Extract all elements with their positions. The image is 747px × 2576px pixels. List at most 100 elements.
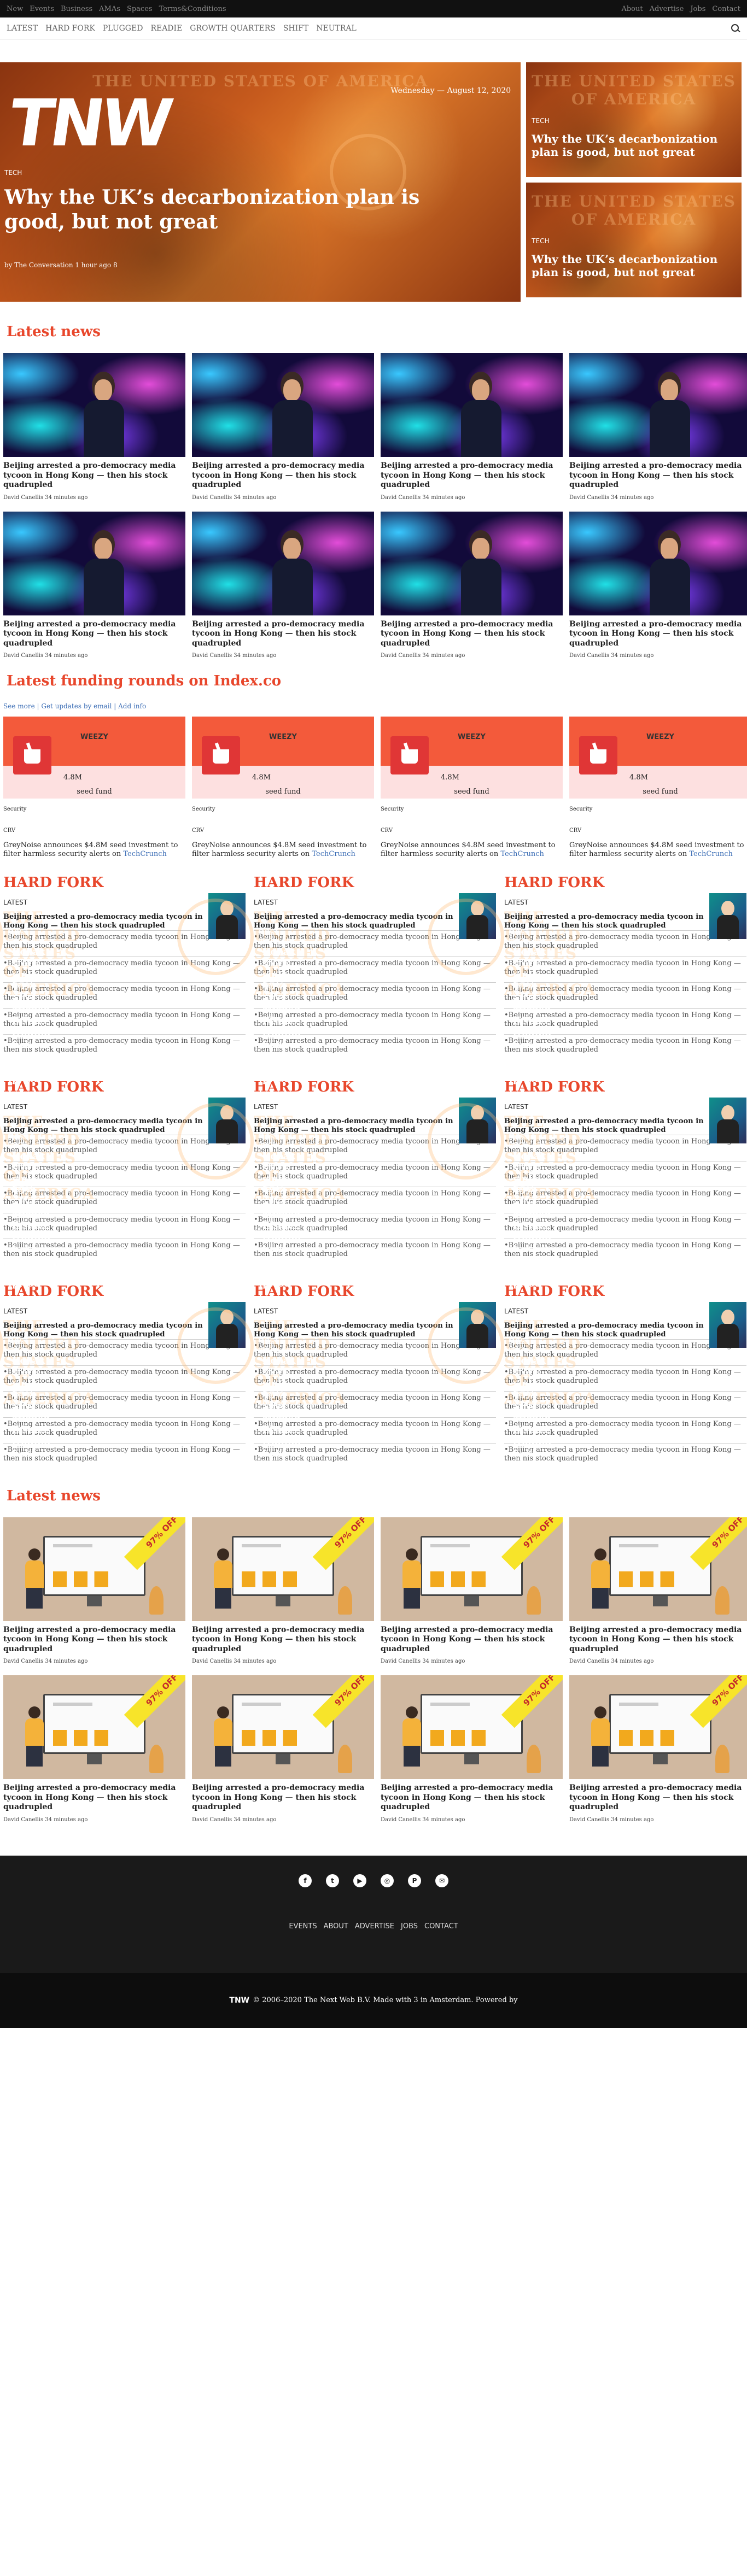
top-link[interactable]: Events <box>30 5 54 13</box>
illustration-stand <box>276 1754 290 1765</box>
hard-fork-heading[interactable]: HARD FORK <box>3 1079 246 1095</box>
top-link[interactable]: New <box>7 5 23 13</box>
news-card[interactable]: 97% OFF Beijing arrested a pro-democracy … <box>569 1675 747 1823</box>
top-link[interactable]: Contact <box>712 5 740 13</box>
nav-item[interactable]: GROWTH QUARTERS <box>190 24 276 33</box>
email-updates-link[interactable]: Get updates by email <box>41 702 112 710</box>
side-story[interactable]: THE UNITED STATES OF AMERICA TECH Why th… <box>526 62 742 177</box>
footer-link[interactable]: ABOUT <box>324 1922 348 1930</box>
figure-legs <box>214 1587 231 1609</box>
company-logo <box>390 736 429 774</box>
article-meta: David Canellis 34 minutes ago <box>192 653 277 659</box>
source-link[interactable]: TechCrunch <box>500 850 544 858</box>
illustration-stand <box>464 1754 479 1765</box>
top-link[interactable]: Jobs <box>690 5 705 13</box>
illustration-figure <box>402 1548 421 1609</box>
pinterest-icon[interactable]: P <box>408 1874 421 1887</box>
funding-card[interactable]: WEEZY 4.8M seed fund Security CRV GreyNoise a… <box>192 717 374 859</box>
top-link[interactable]: Advertise <box>650 5 684 13</box>
source-link[interactable]: TechCrunch <box>689 850 733 858</box>
funding-box: WEEZY 4.8M seed fund <box>192 717 374 799</box>
article-image <box>381 353 563 457</box>
funding-card[interactable]: WEEZY 4.8M seed fund Security CRV GreyNoise a… <box>3 717 185 859</box>
instagram-icon[interactable]: ◎ <box>381 1874 394 1887</box>
side-story[interactable]: THE UNITED STATES OF AMERICA TECH Why th… <box>526 183 742 297</box>
news-card[interactable]: 97% OFF Beijing arrested a pro-democracy … <box>192 1517 374 1664</box>
news-card[interactable]: 97% OFF Beijing arrested a pro-democracy … <box>569 1517 747 1664</box>
footer-link[interactable]: ADVERTISE <box>355 1922 394 1930</box>
news-card[interactable]: 97% OFF Beijing arrested a pro-democracy … <box>3 1517 185 1664</box>
email-icon[interactable]: ✉ <box>435 1874 448 1887</box>
footer-link[interactable]: CONTACT <box>424 1922 458 1930</box>
news-card[interactable]: Beijing arrested a pro-democracy media t… <box>192 511 374 659</box>
portrait-face <box>94 537 112 560</box>
footer-link[interactable]: EVENTS <box>289 1922 317 1930</box>
banknote-banner: THE UNITED STATES OF AMERICA <box>532 72 736 108</box>
hard-fork-heading[interactable]: HARD FORK <box>254 1283 496 1300</box>
site-logo[interactable]: TNW <box>4 85 174 161</box>
news-card[interactable]: 97% OFF Beijing arrested a pro-democracy … <box>381 1675 563 1823</box>
hero-article[interactable]: THE UNITED STATES OF AMERICA TNW Wednesd… <box>0 62 521 302</box>
add-info-link[interactable]: Add info <box>118 702 146 710</box>
news-card[interactable]: Beijing arrested a pro-democracy media t… <box>381 353 563 501</box>
portrait-body <box>272 558 313 615</box>
top-link[interactable]: About <box>621 5 643 13</box>
news-card[interactable]: 97% OFF Beijing arrested a pro-democracy … <box>3 1675 185 1823</box>
news-card[interactable]: Beijing arrested a pro-democracy media t… <box>3 353 185 501</box>
article-image: 97% OFF <box>569 1675 747 1779</box>
funding-description: GreyNoise announces $4.8M seed investmen… <box>569 841 747 859</box>
news-card[interactable]: Beijing arrested a pro-democracy media t… <box>569 353 747 501</box>
hard-fork-heading[interactable]: HARD FORK <box>504 875 746 891</box>
nav-item[interactable]: PLUGGED <box>103 24 143 33</box>
top-link[interactable]: Business <box>61 5 92 13</box>
youtube-icon[interactable]: ▶ <box>353 1874 366 1887</box>
top-link[interactable]: Spaces <box>127 5 153 13</box>
twitter-icon[interactable]: t <box>326 1874 339 1887</box>
figure-body <box>591 1718 610 1746</box>
nav-item[interactable]: SHIFT <box>283 24 308 33</box>
funding-card[interactable]: WEEZY 4.8M seed fund Security CRV GreyNoise a… <box>381 717 563 859</box>
footer-link[interactable]: JOBS <box>401 1922 418 1930</box>
source-link[interactable]: TechCrunch <box>123 850 167 858</box>
hard-fork-heading[interactable]: HARD FORK <box>504 1283 746 1300</box>
hard-fork-heading[interactable]: HARD FORK <box>254 1079 496 1095</box>
nav-item[interactable]: HARD FORK <box>45 24 95 33</box>
facebook-icon[interactable]: f <box>299 1874 312 1887</box>
latest-first-item[interactable]: Beijing arrested a pro-democracy media t… <box>504 893 746 939</box>
latest-first-item[interactable]: Beijing arrested a pro-democracy media t… <box>504 1097 746 1143</box>
latest-first-title: Beijing arrested a pro-democracy media t… <box>3 1321 203 1339</box>
hard-fork-heading[interactable]: HARD FORK <box>3 1283 246 1300</box>
news-card[interactable]: 97% OFF Beijing arrested a pro-democracy … <box>381 1517 563 1664</box>
funding-card[interactable]: WEEZY 4.8M seed fund Security CRV GreyNoise a… <box>569 717 747 859</box>
latest-first-item[interactable]: Beijing arrested a pro-democracy media t… <box>504 1301 746 1348</box>
nav-item[interactable]: READIE <box>150 24 182 33</box>
search-icon[interactable] <box>731 24 740 33</box>
latest-first-title: Beijing arrested a pro-democracy media t… <box>254 912 453 930</box>
top-link[interactable]: AMAs <box>99 5 120 13</box>
news-card[interactable]: Beijing arrested a pro-democracy media t… <box>3 511 185 659</box>
news-card[interactable]: 97% OFF Beijing arrested a pro-democracy … <box>192 1675 374 1823</box>
hard-fork-heading[interactable]: HARD FORK <box>504 1079 746 1095</box>
see-more-link[interactable]: See more <box>3 702 35 710</box>
portrait <box>649 530 690 615</box>
source-link[interactable]: TechCrunch <box>312 850 355 858</box>
news-card[interactable]: Beijing arrested a pro-democracy media t… <box>569 511 747 659</box>
top-link[interactable]: Terms&Conditions <box>159 5 226 13</box>
current-date: Wednesday — August 12, 2020 <box>390 86 511 95</box>
nav-item[interactable]: NEUTRAL <box>316 24 357 33</box>
footer-logo[interactable]: TNW <box>229 1996 249 2005</box>
figure-legs <box>592 1746 609 1767</box>
portrait-face <box>471 379 489 402</box>
figure-head <box>28 1548 40 1560</box>
news-card[interactable]: Beijing arrested a pro-democracy media t… <box>192 353 374 501</box>
figure-body <box>25 1718 44 1746</box>
hard-fork-heading[interactable]: HARD FORK <box>3 875 246 891</box>
news-card[interactable]: Beijing arrested a pro-democracy media t… <box>381 511 563 659</box>
article-image <box>381 511 563 615</box>
illustration-screen <box>43 1694 145 1755</box>
nav-item[interactable]: LATEST <box>7 24 38 33</box>
copyright: © 2006–2020 The Next Web B.V. Made with … <box>253 1996 518 2004</box>
hard-fork-heading[interactable]: HARD FORK <box>254 875 496 891</box>
section-heading[interactable]: Latest funding rounds on Index.co <box>3 673 744 689</box>
figure-legs <box>403 1587 420 1609</box>
